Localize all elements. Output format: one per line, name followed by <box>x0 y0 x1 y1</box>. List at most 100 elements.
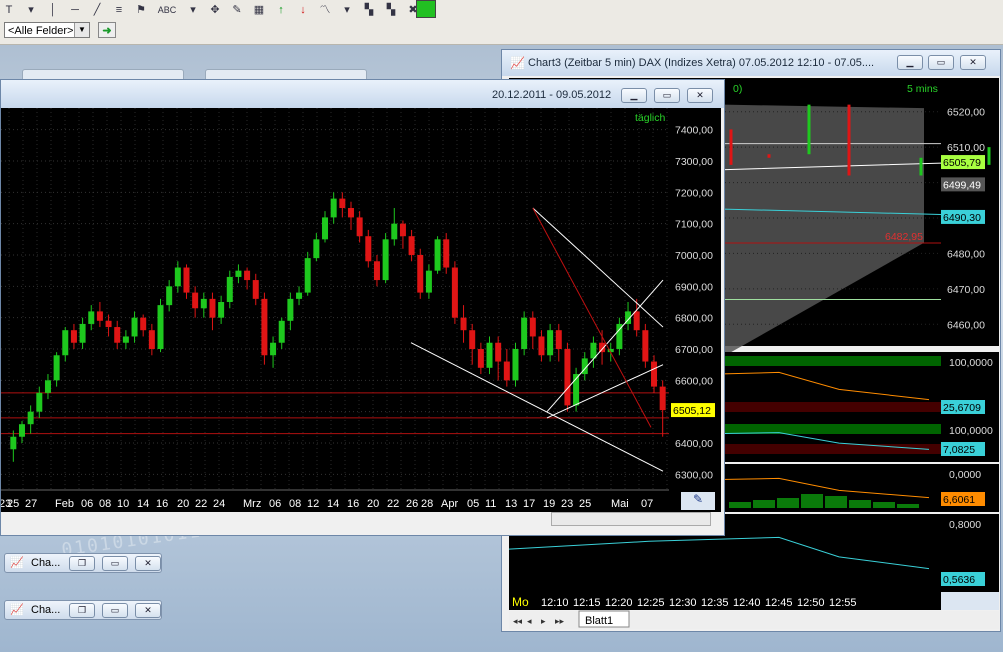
candle-body <box>399 223 406 237</box>
sheet-tab-label: Blatt1 <box>585 615 613 627</box>
color-swatch-icon[interactable] <box>416 0 436 18</box>
price-badge-label: 6505,79 <box>943 157 981 169</box>
y-tick-label: 6520,00 <box>947 107 985 119</box>
candle-body <box>36 392 43 412</box>
candle-body <box>659 386 666 411</box>
candle-body <box>166 286 173 306</box>
layout-icon[interactable]: ▚ <box>360 2 378 18</box>
x-tick-label: Feb <box>55 498 74 510</box>
maximize-button[interactable]: ▭ <box>654 88 680 103</box>
time-tick-label: 12:30 <box>669 597 697 609</box>
dropdown-arrow-icon[interactable]: ▾ <box>184 2 202 18</box>
histogram-bar <box>897 504 919 508</box>
minimized-window-2[interactable]: 📈 Cha... ❐ ▭ ✕ <box>4 600 162 620</box>
layout-icon[interactable]: ▚ <box>382 2 400 18</box>
minimized-window-1[interactable]: 📈 Cha... ❐ ▭ ✕ <box>4 553 162 573</box>
time-tick-label: 12:15 <box>573 597 601 609</box>
histogram-bar <box>729 502 751 508</box>
dropdown-arrow-icon[interactable]: ▾ <box>22 2 40 18</box>
day-label: Mo <box>512 595 529 609</box>
minimized-title: Cha... <box>31 604 61 616</box>
go-button[interactable]: ➜ <box>98 22 116 38</box>
pencil-icon <box>941 592 999 610</box>
candle-body <box>425 270 432 293</box>
close-button[interactable]: ✕ <box>135 556 161 571</box>
minimize-button[interactable]: ▁ <box>897 55 923 70</box>
flag-icon[interactable]: ⚑ <box>132 2 150 18</box>
text-label-icon[interactable]: ABC <box>154 2 180 18</box>
header-value: 0) <box>733 83 742 95</box>
y-tick-label: 7400,00 <box>675 125 713 137</box>
level-label: 6482,95 <box>885 231 923 243</box>
vertical-line-icon[interactable]: │ <box>44 2 62 18</box>
y-axis-panel <box>669 108 721 512</box>
candle-body <box>62 330 69 356</box>
main-toolbar: T ▾ │ ─ ╱ ≡ ⚑ ABC ▾ ✥ ✎ ▦ ↑ ↓ 〽 ▾ ▚ ▚ ✖ <Alle Felder> ▼ ➜ <box>0 0 1003 45</box>
candle-body <box>373 261 380 281</box>
text-icon[interactable]: T <box>0 2 18 18</box>
pencil-icon[interactable]: ✎ <box>681 492 715 510</box>
close-button[interactable]: ✕ <box>687 88 713 103</box>
candle-body <box>486 342 493 368</box>
sheet-nav-icon: ◂◂ <box>513 616 523 626</box>
restore-button[interactable]: ❐ <box>69 603 95 618</box>
daily-titlebar[interactable]: 20.12.2011 - 09.05.2012 ▁ ▭ ✕ <box>1 80 724 108</box>
y-tick-label: 7100,00 <box>675 219 713 231</box>
candle-body <box>495 342 502 362</box>
crosshair-icon[interactable]: ✥ <box>206 2 224 18</box>
color-picker-icon[interactable]: ▾ <box>338 2 356 18</box>
candle-body <box>105 320 112 328</box>
trend-line-icon[interactable]: ╱ <box>88 2 106 18</box>
fibonacci-icon[interactable]: ≡ <box>110 2 128 18</box>
candle-body <box>148 330 155 349</box>
maximize-button[interactable]: ▭ <box>102 603 128 618</box>
candle-body <box>27 411 34 425</box>
candle-body <box>564 349 571 406</box>
histogram-bar <box>777 498 799 508</box>
x-tick-label: 27 <box>25 498 37 510</box>
x-tick-label: 25 <box>579 498 591 510</box>
maximize-button[interactable]: ▭ <box>928 55 954 70</box>
x-tick-label: 11 <box>485 498 496 510</box>
x-tick-label: 22 <box>387 498 399 510</box>
candle-body <box>88 311 95 324</box>
indicator-icon[interactable]: 〽 <box>316 2 334 18</box>
close-button[interactable]: ✕ <box>960 55 986 70</box>
maximize-button[interactable]: ▭ <box>102 556 128 571</box>
candle-body <box>304 258 311 293</box>
price-badge-label: 6499,49 <box>943 179 981 191</box>
horizontal-scrollbar[interactable] <box>551 512 711 526</box>
chevron-down-icon[interactable]: ▼ <box>74 23 89 37</box>
arrow-up-icon[interactable]: ↑ <box>272 2 290 18</box>
candle-body <box>209 298 216 318</box>
candle-body <box>140 317 147 331</box>
arrow-down-icon[interactable]: ↓ <box>294 2 312 18</box>
minimized-title: Cha... <box>31 557 61 569</box>
candle-body <box>114 327 121 343</box>
x-tick-label: 19 <box>543 498 555 510</box>
pencil-icon[interactable]: ✎ <box>228 2 246 18</box>
field-select[interactable]: <Alle Felder> ▼ <box>4 22 90 38</box>
daily-chart-window: 20.12.2011 - 09.05.2012 ▁ ▭ ✕ 7400,00 730… <box>0 79 725 536</box>
y-tick-label: 6400,00 <box>675 438 713 450</box>
y-tick-label: 6900,00 <box>675 281 713 293</box>
y-tick-label: 6460,00 <box>947 319 985 331</box>
close-button[interactable]: ✕ <box>135 603 161 618</box>
time-tick-label: 12:35 <box>701 597 729 609</box>
sheet-nav-icon: ▸▸ <box>555 616 565 626</box>
candle-body <box>174 267 181 287</box>
minimize-button[interactable]: ▁ <box>621 88 647 103</box>
x-tick-label: 08 <box>289 498 301 510</box>
daily-candlestick-chart[interactable]: 7400,00 7300,00 7200,00 7100,00 7000,00 6900,… <box>1 108 721 512</box>
x-tick-label: Mrz <box>243 498 261 510</box>
time-tick-label: 12:40 <box>733 597 761 609</box>
horizontal-line-icon[interactable]: ─ <box>66 2 84 18</box>
time-tick-label: 12:50 <box>797 597 825 609</box>
indicator-tick: 0,0000 <box>949 469 981 481</box>
histogram-bar <box>753 500 775 508</box>
restore-button[interactable]: ❐ <box>69 556 95 571</box>
indicator-tick: 100,0000 <box>949 357 993 369</box>
grid-icon[interactable]: ▦ <box>250 2 268 18</box>
y-tick-label: 7200,00 <box>675 187 713 199</box>
chart3-titlebar[interactable]: 📈 Chart3 (Zeitbar 5 min) DAX (Indizes Xe… <box>502 50 1000 76</box>
